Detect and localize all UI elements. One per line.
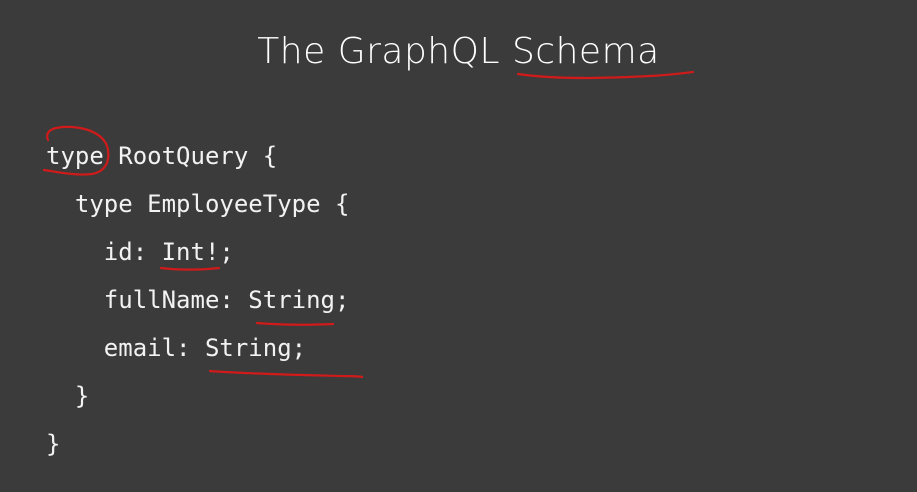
code-line: email: String;: [46, 334, 307, 362]
code-line: }: [46, 382, 90, 410]
code-line: fullName: String;: [46, 286, 350, 314]
code-line: type RootQuery {: [46, 142, 278, 170]
code-line: type EmployeeType {: [46, 190, 350, 218]
code-block: type RootQuery { type EmployeeType { id:…: [0, 0, 917, 492]
slide: The GraphQL Schema type RootQuery { type…: [0, 0, 917, 492]
code-line: id: Int!;: [46, 238, 234, 266]
code-line: }: [46, 430, 61, 458]
